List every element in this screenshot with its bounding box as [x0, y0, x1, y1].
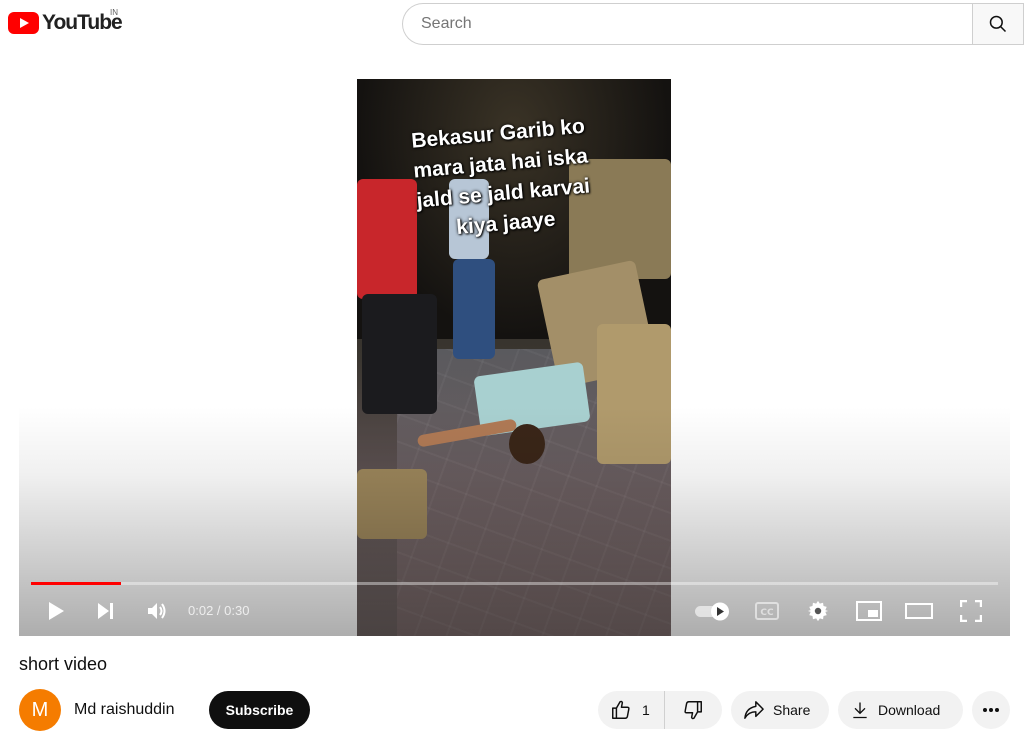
- svg-text:CC: CC: [760, 608, 774, 618]
- more-horizontal-icon: [983, 708, 999, 712]
- miniplayer-icon: [856, 601, 882, 621]
- youtube-logo[interactable]: YouTube: [8, 11, 123, 35]
- video-player[interactable]: Bekasur Garib ko mara jata hai iska jald…: [19, 79, 1010, 636]
- search-input[interactable]: [402, 3, 973, 45]
- download-label: Download: [878, 702, 941, 718]
- like-count: 1: [642, 702, 650, 718]
- theater-mode-button[interactable]: [903, 591, 935, 631]
- channel-name[interactable]: Md raishuddin: [74, 701, 175, 719]
- dislike-button[interactable]: [665, 691, 721, 729]
- masthead: YouTube IN: [0, 0, 1024, 50]
- search-button[interactable]: [972, 3, 1024, 45]
- download-button[interactable]: Download: [838, 691, 963, 729]
- settings-button[interactable]: [803, 591, 833, 631]
- scene-person-dark-trousers: [362, 294, 437, 414]
- search-icon: [989, 15, 1007, 33]
- miniplayer-button[interactable]: [853, 591, 885, 631]
- like-button[interactable]: 1: [598, 691, 665, 729]
- subscribe-button[interactable]: Subscribe: [209, 691, 310, 729]
- share-button[interactable]: Share: [731, 691, 829, 729]
- time-display: 0:02 / 0:30: [188, 603, 250, 618]
- progress-bar[interactable]: [31, 582, 998, 585]
- gear-icon: [807, 600, 829, 622]
- video-title: short video: [19, 654, 108, 674]
- more-actions-button[interactable]: [972, 691, 1010, 729]
- video-caption: Bekasur Garib ko mara jata hai iska jald…: [410, 114, 591, 240]
- volume-icon: [148, 603, 166, 619]
- next-icon: [98, 603, 113, 619]
- fullscreen-icon: [960, 600, 982, 622]
- player-controls: 0:02 / 0:30 CC: [19, 591, 1010, 636]
- thumbs-down-icon: [684, 701, 702, 720]
- autoplay-icon: [695, 602, 729, 621]
- like-dislike-group: 1: [598, 691, 722, 729]
- search-bar: [402, 3, 1024, 45]
- play-button[interactable]: [41, 591, 71, 631]
- country-code: IN: [110, 8, 118, 17]
- share-label: Share: [773, 702, 811, 718]
- captions-button[interactable]: CC: [752, 591, 782, 631]
- fullscreen-button[interactable]: [956, 591, 986, 631]
- scene-person-jeans-legs: [453, 259, 495, 359]
- thumbs-up-icon: [612, 700, 630, 719]
- download-icon: [853, 702, 867, 719]
- autoplay-toggle[interactable]: [693, 591, 733, 631]
- progress-played: [31, 582, 121, 585]
- channel-avatar[interactable]: M: [19, 689, 61, 731]
- share-icon: [744, 701, 764, 719]
- youtube-play-icon: [8, 12, 39, 34]
- next-button[interactable]: [91, 591, 121, 631]
- volume-button[interactable]: [141, 591, 173, 631]
- captions-icon: CC: [755, 602, 779, 620]
- play-icon: [49, 602, 64, 620]
- theater-icon: [905, 603, 933, 619]
